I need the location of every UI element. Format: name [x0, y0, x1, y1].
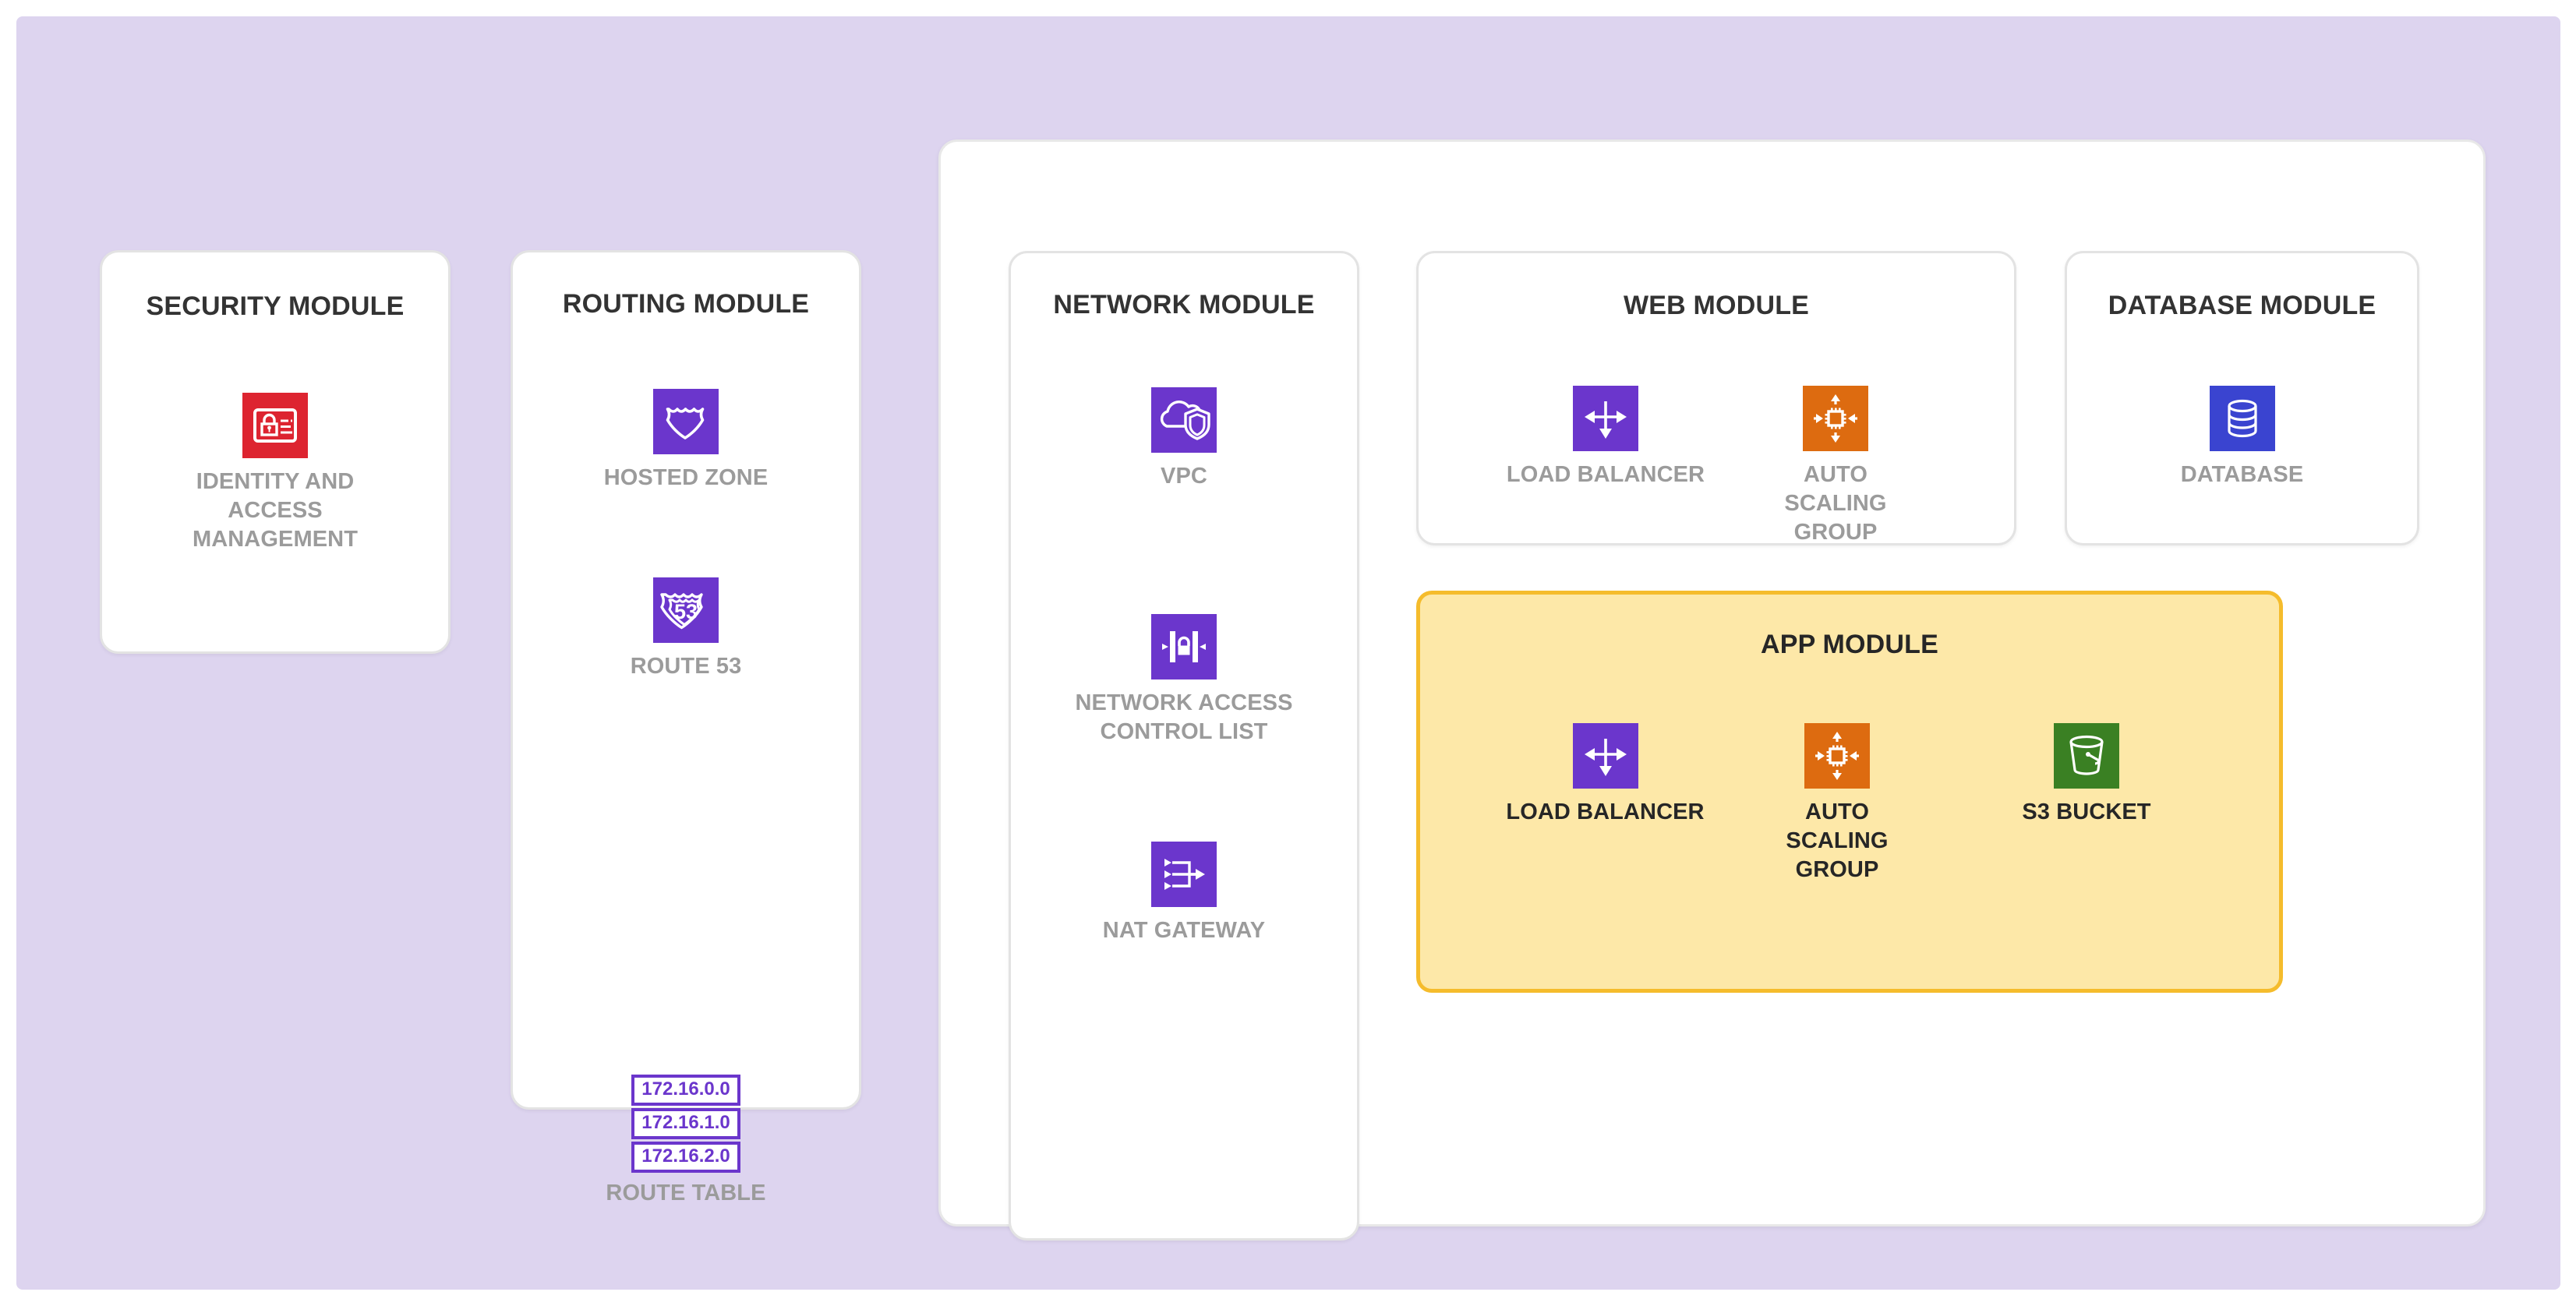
s3-bucket-icon [2054, 723, 2119, 789]
node-vpc[interactable]: VPC [1011, 387, 1357, 491]
node-route-53[interactable]: 53 ROUTE 53 [513, 577, 859, 681]
node-hosted-zone[interactable]: HOSTED ZONE [513, 389, 859, 492]
auto-scaling-group-icon [1803, 386, 1868, 451]
node-label: LOAD BALANCER [1506, 799, 1705, 824]
node-label: AUTO SCALING GROUP [1784, 462, 1887, 545]
route-table-row: 172.16.1.0 [631, 1108, 740, 1139]
nacl-icon [1151, 614, 1217, 679]
node-label: HOSTED ZONE [603, 465, 769, 490]
node-route-table-group[interactable]: 172.16.0.0 172.16.1.0 172.16.2.0 ROUTE T… [513, 1075, 859, 1208]
node-label: ROUTE 53 [630, 654, 742, 679]
database-icon [2209, 386, 2275, 451]
node-network-access-control-list[interactable]: NETWORK ACCESS CONTROL LIST [1011, 614, 1357, 747]
vpc-icon [1151, 387, 1217, 453]
route-table-icon: 172.16.0.0 172.16.1.0 172.16.2.0 [513, 1075, 859, 1173]
security-module-card[interactable]: SECURITY MODULE IDENTITY AND ACCESS MANA… [100, 250, 451, 654]
node-label: AUTO SCALING GROUP [1786, 799, 1889, 883]
database-module-card[interactable]: DATABASE MODULE DATABASE [2065, 251, 2419, 545]
node-label: DATABASE [2180, 462, 2304, 487]
route-table-row: 172.16.0.0 [631, 1075, 740, 1106]
node-label: LOAD BALANCER [1506, 462, 1705, 487]
app-module-title: APP MODULE [1760, 630, 1939, 659]
node-app-auto-scaling-group[interactable]: AUTO SCALING GROUP [1732, 723, 1942, 884]
node-app-load-balancer[interactable]: LOAD BALANCER [1494, 723, 1716, 827]
web-module-card[interactable]: WEB MODULE LOAD BALANCER AUTO SCALING GR… [1416, 251, 2016, 545]
diagram-canvas: SECURITY MODULE IDENTITY AND ACCESS MANA… [16, 16, 2560, 1290]
node-s3-bucket[interactable]: S3 BUCKET [1981, 723, 2192, 827]
security-module-title: SECURITY MODULE [146, 291, 405, 321]
load-balancer-icon [1573, 386, 1638, 451]
infrastructure-panel: NETWORK MODULE VPC NETWORK ACCESS CONTRO… [938, 139, 2486, 1241]
node-label: VPC [1161, 464, 1207, 489]
routing-module-title: ROUTING MODULE [562, 289, 810, 319]
node-identity-and-access-management[interactable]: IDENTITY AND ACCESS MANAGEMENT [102, 393, 448, 554]
node-label: NAT GATEWAY [1102, 918, 1266, 943]
route-table-row: 172.16.2.0 [631, 1142, 740, 1173]
node-database[interactable]: DATABASE [2067, 386, 2417, 489]
database-module-title: DATABASE MODULE [2108, 291, 2376, 320]
route53-number: 53 [674, 600, 698, 623]
route53-icon: 53 [653, 577, 719, 643]
network-module-card[interactable]: NETWORK MODULE VPC NETWORK ACCESS CONTRO… [1009, 251, 1359, 1241]
node-web-load-balancer[interactable]: LOAD BALANCER [1496, 386, 1715, 489]
nat-gateway-icon [1151, 842, 1217, 907]
app-module-card[interactable]: APP MODULE LOAD BALANCER AUTO SCALING GR… [1416, 591, 2283, 993]
web-module-title: WEB MODULE [1623, 291, 1810, 320]
network-module-title: NETWORK MODULE [1053, 290, 1315, 319]
load-balancer-icon [1572, 723, 1638, 789]
hosted-zone-icon [653, 389, 719, 454]
node-web-auto-scaling-group[interactable]: AUTO SCALING GROUP [1730, 386, 1941, 547]
routing-module-card[interactable]: ROUTING MODULE HOSTED ZONE 53 ROUTE 53 1… [511, 250, 861, 1205]
node-label: NETWORK ACCESS CONTROL LIST [1075, 690, 1293, 745]
auto-scaling-group-icon [1804, 723, 1870, 789]
node-label: IDENTITY AND ACCESS MANAGEMENT [192, 469, 359, 552]
node-label: ROUTE TABLE [606, 1181, 766, 1205]
iam-icon [242, 393, 308, 458]
node-label: S3 BUCKET [2022, 799, 2151, 824]
node-nat-gateway[interactable]: NAT GATEWAY [1011, 842, 1357, 945]
